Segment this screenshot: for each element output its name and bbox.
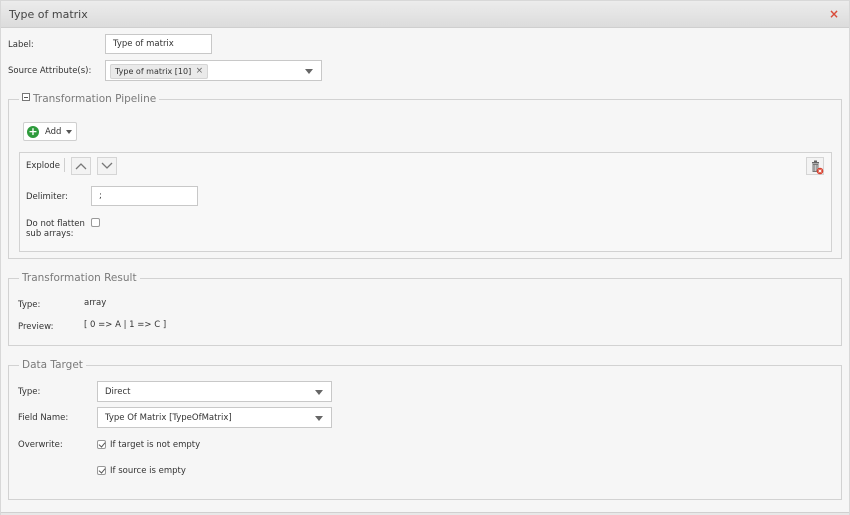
label-field-label: Label: [8,40,34,50]
flatten-label-line2: sub arrays: [26,229,74,239]
if-target-not-empty-label: If target is not empty [110,440,201,450]
label-input-value: Type of matrix [113,39,174,49]
source-attributes-select[interactable]: Type of matrix [10] × [105,60,322,81]
field-name-value: Type Of Matrix [TypeOfMatrix] [105,412,232,423]
result-preview-value: [ 0 => A | 1 => C ] [84,320,167,330]
close-icon[interactable]: × [829,7,839,21]
type-of-matrix-dialog: Type of matrix × Label: Type of matrix S… [0,0,850,515]
transformation-pipeline-title: Transformation Pipeline [33,93,157,105]
if-source-empty-label: If source is empty [110,466,186,476]
move-down-button[interactable] [97,157,117,175]
delimiter-input-value: ; [99,191,102,201]
trash-icon [812,160,824,175]
add-step-button[interactable]: + Add [23,122,77,141]
result-preview-label: Preview: [18,322,54,332]
collapse-icon[interactable] [22,93,30,101]
add-step-label: Add [45,126,62,137]
chevron-down-icon[interactable] [315,389,323,395]
step-header-divider [64,158,65,172]
field-name-label: Field Name: [18,413,69,423]
data-target-title: Data Target [22,359,83,371]
delete-step-button[interactable] [806,157,824,175]
step-name: Explode [26,161,60,171]
plus-icon: + [27,124,39,138]
if-target-not-empty-checkbox[interactable] [97,440,106,449]
transformation-result-section: Transformation Result [8,272,842,346]
dialog-titlebar: Type of matrix × [1,1,849,28]
transformation-result-title: Transformation Result [22,272,137,284]
source-attribute-tag: Type of matrix [10] × [110,64,209,79]
delimiter-input[interactable]: ; [91,186,198,206]
do-not-flatten-checkbox[interactable] [91,218,100,227]
delimiter-label: Delimiter: [26,192,68,202]
if-source-empty-checkbox[interactable] [97,466,106,475]
source-attribute-tag-label: Type of matrix [10] [115,67,192,76]
result-type-value: array [84,298,107,308]
label-input[interactable]: Type of matrix [105,34,212,54]
chevron-down-icon[interactable] [305,68,313,74]
field-name-select[interactable]: Type Of Matrix [TypeOfMatrix] [97,407,332,428]
chevron-up-icon [75,163,87,170]
source-attributes-label: Source Attribute(s): [8,66,92,76]
move-up-button[interactable] [71,157,91,175]
chevron-down-icon [66,130,72,134]
flatten-label-line1: Do not flatten [26,219,85,229]
transformation-pipeline-legend: Transformation Pipeline [19,93,159,106]
dialog-title: Type of matrix [9,8,88,21]
target-type-select[interactable]: Direct [97,381,332,402]
target-type-value: Direct [105,386,131,397]
result-type-label: Type: [18,300,41,310]
chevron-down-icon[interactable] [315,415,323,421]
target-type-label: Type: [18,387,41,397]
chevron-down-icon [101,162,113,169]
remove-tag-icon[interactable]: × [196,65,204,78]
overwrite-label: Overwrite: [18,440,63,450]
